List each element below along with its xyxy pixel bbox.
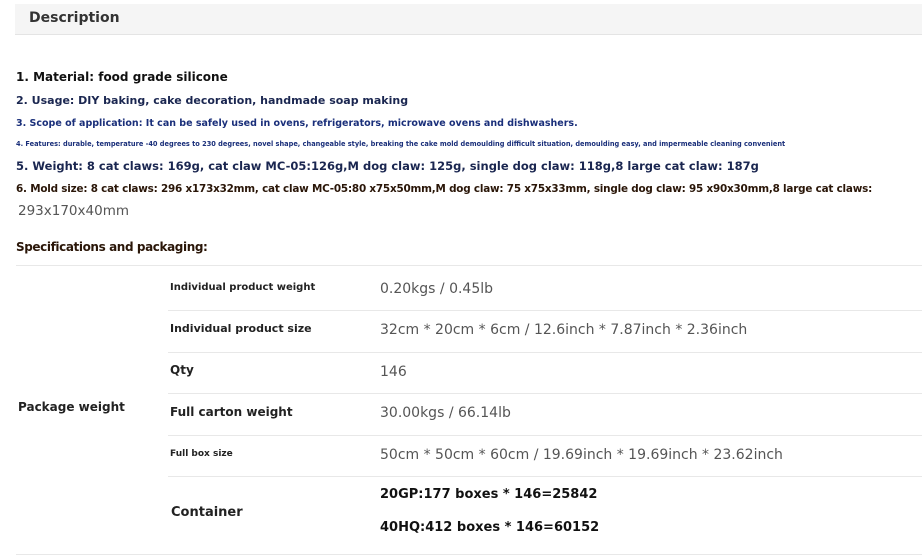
container-value-20gp: 20GP:177 boxes * 146=25842 xyxy=(380,487,598,502)
row-divider xyxy=(168,393,922,394)
line-usage: 2. Usage: DIY baking, cake decoration, h… xyxy=(16,94,409,107)
spec-value-box-size: 50cm * 50cm * 60cm / 19.69inch * 19.69in… xyxy=(380,447,783,463)
specs-title: Specifications and packaging: xyxy=(16,240,208,254)
container-value-40hq: 40HQ:412 boxes * 146=60152 xyxy=(380,520,600,535)
line-features: 4. Features: durable, temperature -40 de… xyxy=(16,140,786,148)
row-divider xyxy=(168,310,922,311)
line-mold-size-continued: 293x170x40mm xyxy=(18,203,129,219)
line-scope: 3. Scope of application: It can be safel… xyxy=(16,118,578,129)
line-mold-size: 6. Mold size: 8 cat claws: 296 x173x32mm… xyxy=(16,183,873,195)
line-weight: 5. Weight: 8 cat claws: 169g, cat claw M… xyxy=(16,159,759,173)
row-divider xyxy=(168,352,922,353)
spec-value-product-size: 32cm * 20cm * 6cm / 12.6inch * 7.87inch … xyxy=(380,322,748,338)
spec-value-product-weight: 0.20kgs / 0.45lb xyxy=(380,281,494,297)
spec-value-carton-weight: 30.00kgs / 66.14lb xyxy=(380,405,511,421)
specs-top-divider xyxy=(16,265,922,266)
spec-label-qty: Qty xyxy=(170,363,194,377)
row-divider xyxy=(168,435,922,436)
spec-label-box-size: Full box size xyxy=(170,449,233,459)
description-title: Description xyxy=(29,10,120,26)
spec-label-product-weight: Individual product weight xyxy=(170,282,316,293)
specs-bottom-divider xyxy=(16,554,922,555)
spec-label-container: Container xyxy=(171,505,243,520)
row-divider xyxy=(168,476,922,477)
package-weight-label: Package weight xyxy=(18,400,125,414)
spec-label-product-size: Individual product size xyxy=(170,322,312,335)
line-material: 1. Material: food grade silicone xyxy=(16,70,228,84)
spec-value-qty: 146 xyxy=(380,364,407,380)
description-header: Description xyxy=(15,4,922,35)
spec-label-carton-weight: Full carton weight xyxy=(170,405,293,419)
